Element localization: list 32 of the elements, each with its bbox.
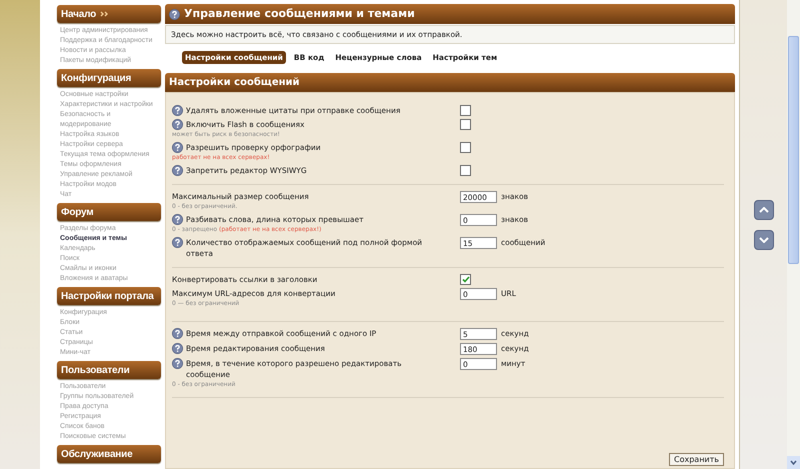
checkbox[interactable] <box>460 105 471 116</box>
chevron-down-icon <box>790 460 797 465</box>
scroll-down-button[interactable] <box>754 230 774 250</box>
sidebar-section-title: Пользователи <box>61 364 130 378</box>
scrollbar-thumb[interactable] <box>788 36 799 264</box>
help-icon[interactable] <box>172 165 183 176</box>
chevron-down-icon <box>758 236 768 242</box>
help-icon[interactable] <box>172 119 183 130</box>
help-icon[interactable] <box>172 237 183 248</box>
scrollbar[interactable] <box>787 0 800 469</box>
help-icon[interactable] <box>172 328 183 339</box>
help-icon[interactable] <box>172 358 183 369</box>
help-icon[interactable] <box>172 142 183 153</box>
section-title: Настройки сообщений <box>169 76 300 90</box>
sidebar-section-title: Конфигурация <box>61 72 132 86</box>
sidebar-section-title: Настройки портала <box>61 290 154 304</box>
checkbox[interactable] <box>460 142 471 153</box>
checkbox[interactable] <box>460 119 471 130</box>
double-chevron-icon <box>100 11 110 17</box>
help-icon[interactable] <box>172 214 183 225</box>
sidebar-section-title: Форум <box>61 206 94 220</box>
sidebar-section-title: Начало <box>61 8 96 22</box>
chevron-up-icon <box>758 206 768 212</box>
page-title: Управление сообщениями и темами <box>184 6 415 22</box>
help-icon[interactable] <box>172 105 183 116</box>
help-icon <box>169 8 180 20</box>
sidebar-section-title: Обслуживание <box>61 448 132 462</box>
checkbox[interactable] <box>460 274 471 285</box>
save-button[interactable]: Сохранить <box>669 453 724 466</box>
help-icon[interactable] <box>172 343 183 354</box>
scroll-up-button[interactable] <box>754 200 774 220</box>
checkbox[interactable] <box>460 165 471 176</box>
